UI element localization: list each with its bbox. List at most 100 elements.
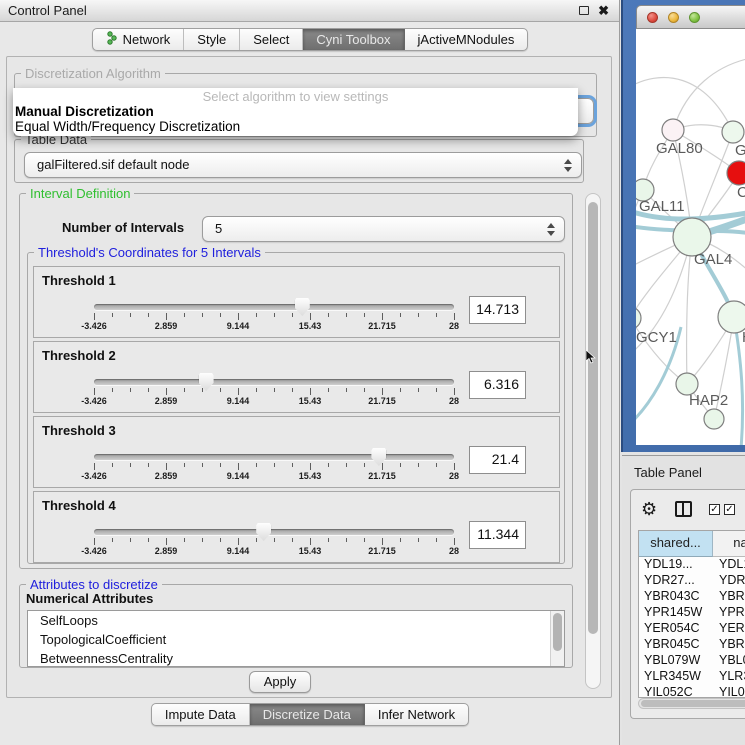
network-icon	[106, 31, 118, 48]
attribute-item[interactable]: SelfLoops	[28, 611, 564, 630]
table-row[interactable]: YDL19...YDL19...	[639, 557, 745, 573]
combo-value: galFiltered.sif default node	[37, 157, 189, 172]
close-icon[interactable]: ✖	[598, 2, 609, 20]
settings-scrollbar[interactable]	[585, 193, 601, 689]
attribute-item[interactable]: TopologicalCoefficient	[28, 630, 564, 649]
network-node[interactable]	[718, 301, 745, 333]
apply-button[interactable]: Apply	[249, 671, 311, 693]
table-horizontal-scrollbar[interactable]	[638, 698, 745, 709]
network-view-window: GAL80GACGAL11GAL4GCY1HHAP2	[621, 0, 745, 452]
tab-cyni-toolbox[interactable]: Cyni Toolbox	[303, 29, 404, 50]
threshold-value-field[interactable]: 6.316	[469, 371, 526, 399]
network-node-label: GCY1	[636, 329, 677, 346]
list-scrollbar-thumb[interactable]	[553, 613, 562, 651]
tab-jactivemnodules[interactable]: jActiveMNodules	[405, 29, 528, 50]
split-columns-icon[interactable]	[675, 501, 692, 517]
table-data-group: Table Data galFiltered.sif default node	[14, 139, 584, 183]
tab-impute-data[interactable]: Impute Data	[152, 704, 250, 725]
threshold-1-panel: Threshold 1 -3.4262.8599.14415.4321.7152…	[33, 266, 560, 338]
table-row[interactable]: YBR043CYBR043C	[639, 589, 745, 605]
slider-ticks	[94, 538, 454, 546]
network-node-label: C	[737, 184, 745, 201]
network-node-label: GAL4	[694, 251, 732, 268]
close-traffic-light-icon[interactable]	[647, 12, 658, 23]
mouse-cursor	[586, 350, 596, 369]
slider-ticks	[94, 313, 454, 321]
dropdown-hint: Select algorithm to view settings	[13, 88, 578, 104]
control-panel-tabbar: Network Style Select Cyni Toolbox jActiv…	[0, 28, 620, 52]
attributes-to-discretize-group: Attributes to discretize Numerical Attri…	[19, 584, 573, 668]
tab-network[interactable]: Network	[93, 29, 185, 50]
tab-label: Cyni Toolbox	[316, 32, 390, 47]
tab-label: Discretize Data	[263, 707, 351, 722]
network-node[interactable]	[662, 119, 684, 141]
slider-tick-labels: -3.4262.8599.14415.4321.71528	[94, 321, 454, 333]
tab-style[interactable]: Style	[184, 29, 240, 50]
minimize-traffic-light-icon[interactable]	[668, 12, 679, 23]
tab-label: Impute Data	[165, 707, 236, 722]
group-label: Attributes to discretize	[26, 577, 162, 592]
float-window-icon[interactable]	[579, 6, 589, 15]
table-row[interactable]: YLR345WYLR345W	[639, 669, 745, 685]
tab-label: Select	[253, 32, 289, 47]
number-of-intervals-combo[interactable]: 5	[202, 216, 565, 242]
group-label: Interval Definition	[26, 186, 134, 201]
checkbox-checked-icon[interactable]: ✓	[724, 504, 735, 515]
threshold-3-panel: Threshold 3 -3.4262.8599.14415.4321.7152…	[33, 416, 560, 488]
network-node[interactable]	[727, 161, 745, 185]
network-node[interactable]	[636, 307, 641, 329]
table-header: shared... name	[639, 531, 745, 557]
column-header-name[interactable]: name	[713, 531, 745, 557]
threshold-value-field[interactable]: 11.344	[469, 521, 526, 549]
tab-select[interactable]: Select	[240, 29, 303, 50]
threshold-value-field[interactable]: 14.713	[469, 296, 526, 324]
threshold-slider[interactable]	[94, 304, 454, 310]
tab-discretize-data[interactable]: Discretize Data	[250, 704, 365, 725]
slider-ticks	[94, 463, 454, 471]
network-node[interactable]	[722, 121, 744, 143]
zoom-traffic-light-icon[interactable]	[689, 12, 700, 23]
table-row[interactable]: YPR145WYPR145W	[639, 605, 745, 621]
tab-label: Infer Network	[378, 707, 455, 722]
table-data-combo[interactable]: galFiltered.sif default node	[24, 152, 582, 178]
settings-scrollbar-thumb[interactable]	[588, 202, 598, 634]
checkbox-checked-icon[interactable]: ✓	[709, 504, 720, 515]
threshold-slider[interactable]	[94, 379, 454, 385]
interval-definition-group: Interval Definition Number of Intervals …	[19, 193, 573, 569]
network-window-titlebar	[636, 5, 745, 29]
table-scrollbar-thumb[interactable]	[641, 700, 745, 707]
threshold-label: Threshold 2	[42, 348, 116, 363]
dropdown-option-equal-width-frequency[interactable]: Equal Width/Frequency Discretization	[13, 119, 578, 134]
group-label: Threshold's Coordinates for 5 Intervals	[34, 245, 265, 260]
column-header-shared-name[interactable]: shared...	[639, 531, 713, 557]
number-of-intervals-label: Number of Intervals	[62, 220, 184, 235]
network-canvas[interactable]: GAL80GACGAL11GAL4GCY1HHAP2	[636, 29, 745, 445]
table-row[interactable]: YBL079WYBL079W	[639, 653, 745, 669]
combo-value: 5	[215, 221, 222, 236]
tab-infer-network[interactable]: Infer Network	[365, 704, 468, 725]
network-node-label: GA	[735, 142, 745, 159]
tab-label: Network	[123, 32, 171, 47]
bottom-tabbar: Impute Data Discretize Data Infer Networ…	[0, 703, 620, 728]
table-row[interactable]: YER054CYER054C	[639, 621, 745, 637]
threshold-value-field[interactable]: 21.4	[469, 446, 526, 474]
gear-icon[interactable]: ⚙	[641, 500, 657, 518]
threshold-slider[interactable]	[94, 529, 454, 535]
node-table: shared... name YDL19...YDL19...YDR27...Y…	[638, 530, 745, 698]
threshold-2-panel: Threshold 2 -3.4262.8599.14415.4321.7152…	[33, 341, 560, 413]
algorithm-dropdown-popup: Select algorithm to view settings Manual…	[13, 88, 578, 136]
cyni-toolbox-panel: Discretization Algorithm Table Data galF…	[6, 56, 612, 698]
attribute-item[interactable]: BetweennessCentrality	[28, 649, 564, 667]
table-row[interactable]: YDR27...YDR27...	[639, 573, 745, 589]
slider-tick-labels: -3.4262.8599.14415.4321.71528	[94, 471, 454, 483]
dropdown-option-manual-discretization[interactable]: Manual Discretization	[13, 104, 578, 119]
threshold-slider[interactable]	[94, 454, 454, 460]
table-row[interactable]: YBR045CYBR045C	[639, 637, 745, 653]
table-panel-title: Table Panel	[634, 465, 702, 480]
control-panel-window: Control Panel ✖ Network Style Select Cyn…	[0, 0, 620, 745]
attribute-items: SelfLoopsTopologicalCoefficientBetweenne…	[28, 611, 564, 667]
network-node[interactable]	[704, 409, 724, 429]
list-scrollbar[interactable]	[550, 611, 564, 666]
table-row[interactable]: YIL052CYIL052C	[639, 685, 745, 697]
table-panel-body: ⚙ ✓ ✓ shared... name YDL19...YDL19...YDR…	[630, 489, 745, 719]
